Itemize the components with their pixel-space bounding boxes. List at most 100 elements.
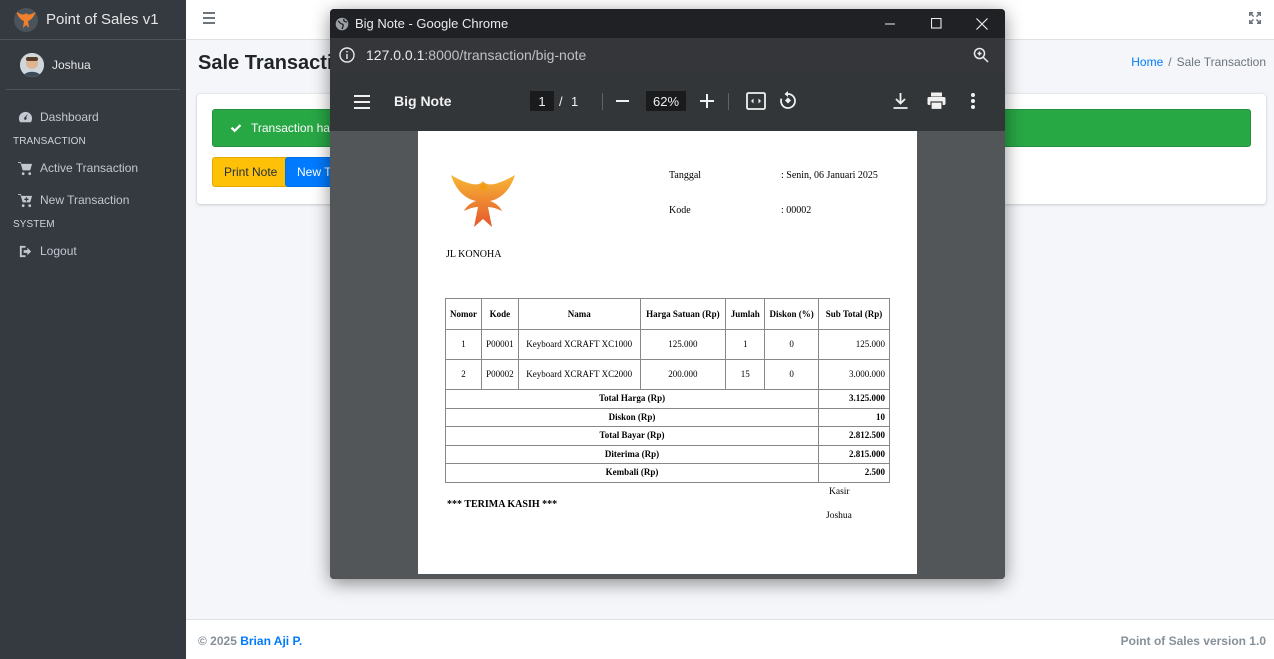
url-host: 127.0.0.1 — [366, 47, 425, 63]
download-icon[interactable] — [892, 92, 909, 110]
breadcrumb-home[interactable]: Home — [1131, 55, 1163, 69]
kasir-name: Joshua — [826, 511, 852, 521]
col-header: Kode — [480, 298, 519, 330]
total-value: 2.812.500 — [818, 426, 890, 446]
col-header: Sub Total (Rp) — [818, 298, 890, 330]
cell-diskon: 0 — [764, 329, 820, 360]
sidebar-item-logout[interactable]: Logout — [0, 238, 186, 264]
sidebar-item-new-transaction[interactable]: New Transaction — [0, 187, 186, 213]
total-value: 2.500 — [818, 463, 890, 483]
minimize-button[interactable] — [867, 9, 913, 38]
col-header: Nama — [517, 298, 641, 330]
sidebar-item-active-transaction[interactable]: Active Transaction — [0, 155, 186, 181]
footer-copyright: © 2025 Brian Aji P. — [198, 634, 302, 648]
zoom-input[interactable]: 62% — [646, 91, 686, 111]
total-row: Kembali (Rp) 2.500 — [444, 463, 890, 483]
rotate-icon[interactable] — [779, 91, 797, 110]
total-label: Total Bayar (Rp) — [444, 426, 820, 446]
brand-text: Point of Sales v1 — [46, 11, 159, 28]
copyright-text: © 2025 — [198, 634, 237, 648]
more-options-icon[interactable] — [970, 92, 976, 110]
brand[interactable]: Point of Sales v1 — [0, 0, 186, 40]
sidebar-item-label: Active Transaction — [40, 161, 139, 175]
breadcrumb-separator: / — [1168, 55, 1172, 69]
items-table: Nomor Kode Nama Harga Satuan (Rp) Jumlah… — [444, 298, 890, 483]
total-label: Diterima (Rp) — [444, 444, 820, 464]
cell-subtotal: 125.000 — [818, 329, 890, 360]
thank-you-text: *** TERIMA KASIH *** — [447, 499, 558, 510]
cart-icon — [18, 161, 33, 175]
nav-header-transaction: TRANSACTION — [13, 136, 86, 147]
total-value: 10 — [818, 407, 890, 427]
table-row: 1 P00001 Keyboard XCRAFT XC1000 125.000 … — [445, 329, 890, 360]
breadcrumb: Home / Sale Transaction — [1131, 55, 1266, 69]
url-path: :8000/transaction/big-note — [424, 47, 587, 63]
kode-label: Kode — [669, 205, 691, 216]
total-row: Total Harga (Rp) 3.125.000 — [444, 389, 890, 409]
author-link[interactable]: Brian Aji P. — [240, 634, 302, 648]
total-value: 3.125.000 — [818, 389, 890, 409]
toolbar-divider — [728, 93, 729, 110]
cell-no: 2 — [445, 359, 482, 390]
cell-jumlah: 1 — [725, 329, 766, 360]
sidebar: Point of Sales v1 Joshua Dashboard TRANS… — [0, 0, 186, 659]
user-panel[interactable]: Joshua — [6, 40, 180, 90]
close-button[interactable] — [959, 9, 1005, 38]
sign-out-icon — [19, 245, 32, 257]
cell-harga: 200.000 — [639, 359, 727, 390]
site-info-icon[interactable] — [338, 46, 356, 64]
sidebar-item-dashboard[interactable]: Dashboard — [0, 104, 186, 130]
url-text[interactable]: 127.0.0.1:8000/transaction/big-note — [366, 47, 586, 63]
window-titlebar[interactable]: Big Note - Google Chrome — [330, 9, 1005, 38]
col-header: Jumlah — [725, 298, 766, 330]
address-bar[interactable]: 127.0.0.1:8000/transaction/big-note — [330, 38, 1005, 72]
cell-kode: P00002 — [480, 359, 519, 390]
page-number-input[interactable]: 1 — [530, 91, 554, 111]
cell-diskon: 0 — [764, 359, 820, 390]
print-icon[interactable] — [927, 92, 946, 110]
phoenix-logo-icon — [14, 7, 38, 32]
cell-jumlah: 15 — [725, 359, 766, 390]
sidebar-item-label: Logout — [40, 244, 77, 258]
kasir-label: Kasir — [829, 487, 850, 497]
page-total: 1 — [571, 94, 579, 109]
pdf-title: Big Note — [394, 93, 452, 109]
tanggal-label: Tanggal — [669, 170, 702, 181]
page-separator: / — [559, 94, 563, 109]
cell-harga: 125.000 — [639, 329, 727, 360]
total-row: Diskon (Rp) 10 — [444, 407, 890, 427]
chrome-popup-window: Big Note - Google Chrome 127.0.0.1:8000/… — [330, 9, 1005, 579]
table-row: 2 P00002 Keyboard XCRAFT XC2000 200.000 … — [445, 359, 890, 390]
nav-header-system: SYSTEM — [13, 219, 55, 230]
col-header: Harga Satuan (Rp) — [639, 298, 727, 330]
footer-version: Point of Sales version 1.0 — [1120, 634, 1266, 648]
total-row: Diterima (Rp) 2.815.000 — [444, 444, 890, 464]
pdf-page: Tanggal : Senin, 06 Januari 2025 Kode : … — [418, 131, 917, 574]
pdf-menu-icon[interactable] — [354, 95, 370, 113]
fullscreen-icon[interactable] — [1248, 11, 1262, 25]
total-label: Total Harga (Rp) — [444, 389, 820, 409]
pdf-viewport[interactable]: Tanggal : Senin, 06 Januari 2025 Kode : … — [330, 131, 1005, 579]
fit-to-page-icon[interactable] — [746, 92, 766, 110]
cart-plus-icon — [18, 193, 33, 207]
alert-text: Transaction has — [251, 121, 336, 135]
phoenix-logo-icon — [451, 175, 515, 227]
total-label: Diskon (Rp) — [444, 407, 820, 427]
maximize-button[interactable] — [913, 9, 959, 38]
cell-nama: Keyboard XCRAFT XC1000 — [517, 329, 641, 360]
hamburger-menu-icon[interactable] — [203, 12, 215, 24]
cell-subtotal: 3.000.000 — [818, 359, 890, 390]
print-note-button[interactable]: Print Note — [212, 157, 290, 187]
globe-icon — [335, 17, 349, 30]
zoom-magnifier-icon[interactable] — [973, 47, 989, 63]
zoom-in-icon[interactable] — [700, 94, 714, 108]
toolbar-divider — [602, 93, 603, 110]
footer: © 2025 Brian Aji P. Point of Sales versi… — [186, 619, 1274, 659]
window-title: Big Note - Google Chrome — [355, 16, 509, 31]
tachometer-icon — [18, 111, 33, 122]
sidebar-item-label: New Transaction — [40, 193, 130, 207]
sidebar-nav: Dashboard TRANSACTION Active Transaction… — [0, 90, 186, 264]
zoom-out-icon[interactable] — [616, 100, 629, 102]
sidebar-item-label: Dashboard — [40, 110, 99, 124]
store-address: JL KONOHA — [446, 249, 502, 260]
